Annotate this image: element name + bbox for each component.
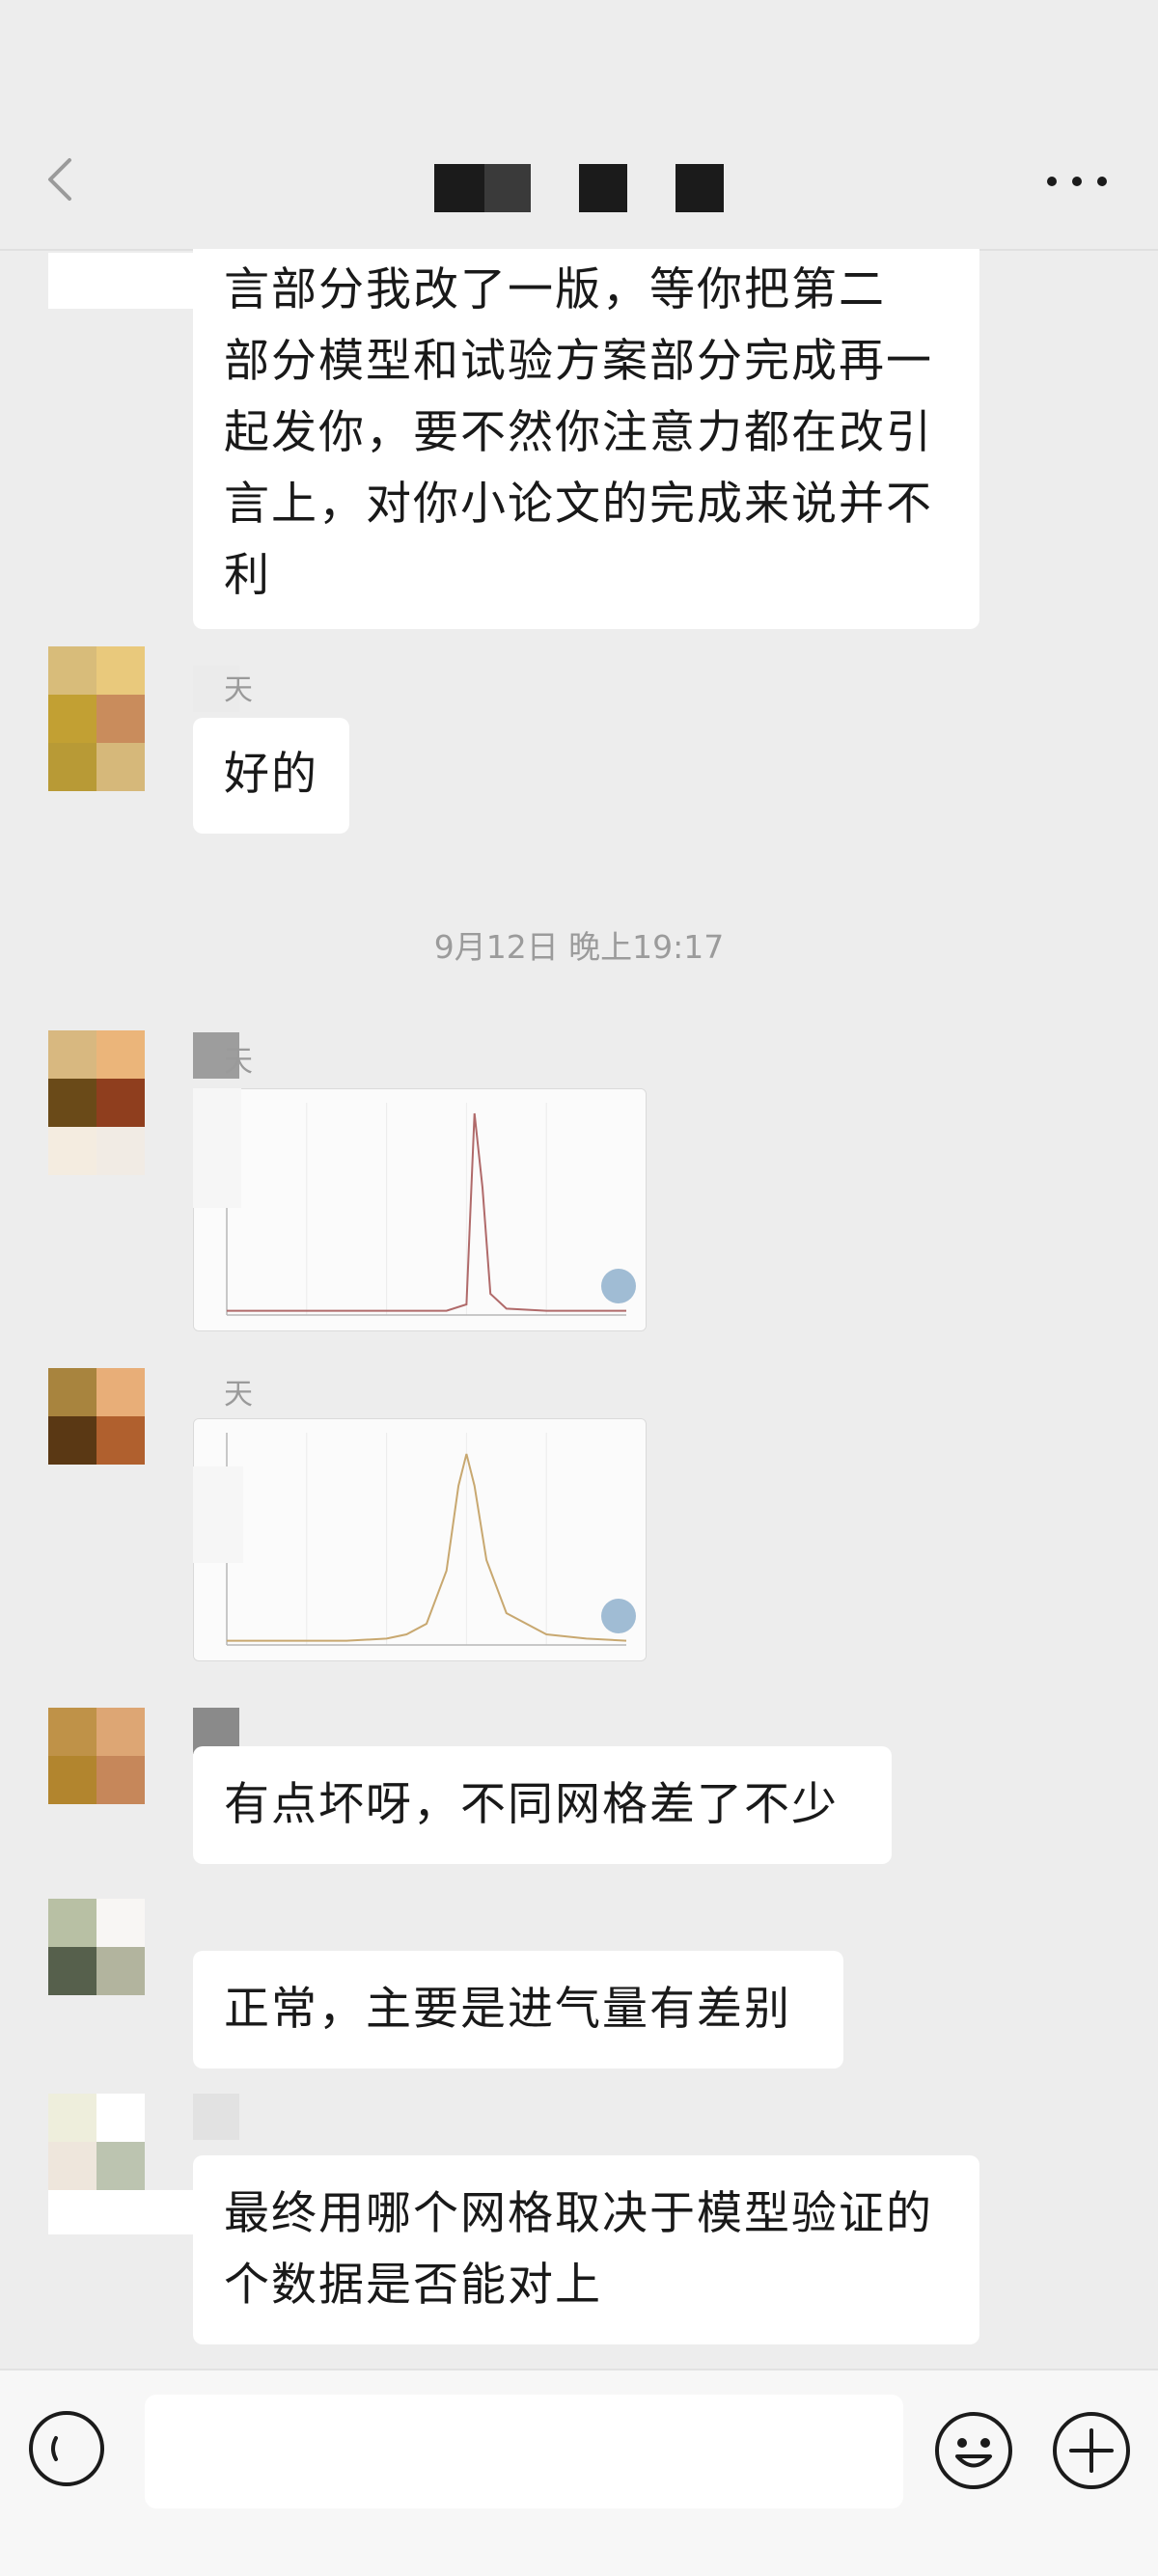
sender-name: 天 xyxy=(224,673,253,707)
watermark-logo xyxy=(601,1599,636,1633)
chat-header xyxy=(0,0,1158,251)
redaction-block xyxy=(484,164,531,212)
message-input[interactable] xyxy=(145,2395,903,2508)
avatar[interactable] xyxy=(48,1368,145,1465)
timestamp: 9月12日 晚上19:17 xyxy=(433,928,725,966)
chart-image-1[interactable] xyxy=(193,1088,647,1331)
chat-screen: 言部分我改了一版，等你把第二 部分模型和试验方案部分完成再一 起发你，要不然你注… xyxy=(0,0,1158,2576)
avatar[interactable] xyxy=(48,1899,145,1995)
chat-title-redacted xyxy=(434,164,743,212)
avatar[interactable] xyxy=(48,1030,145,1127)
chevron-left-icon[interactable] xyxy=(41,152,79,206)
avatar-lower xyxy=(48,743,145,791)
avatar-lower xyxy=(48,1127,145,1175)
blur-mask xyxy=(48,253,193,309)
chart-svg xyxy=(194,1089,646,1330)
message-bubble-2[interactable]: 好的 xyxy=(193,718,349,834)
emoji-icon[interactable] xyxy=(932,2409,1015,2492)
watermark-logo xyxy=(601,1269,636,1303)
input-bar xyxy=(0,2369,1158,2576)
avatar[interactable] xyxy=(48,2094,145,2190)
message-bubble-7[interactable]: 最终用哪个网格取决于模型验证的 个数据是否能对上 xyxy=(193,2155,979,2344)
redaction-block xyxy=(434,164,484,212)
chart-svg xyxy=(194,1419,646,1660)
blur-mask xyxy=(193,2094,239,2140)
sender-name: 天 xyxy=(224,1045,253,1079)
blur-mask xyxy=(193,1088,241,1208)
chart-image-2[interactable] xyxy=(193,1418,647,1661)
avatar[interactable] xyxy=(48,1708,145,1804)
blur-mask xyxy=(48,2190,193,2234)
more-dots-icon[interactable] xyxy=(1042,164,1112,199)
avatar[interactable] xyxy=(48,646,145,743)
redaction-block xyxy=(676,164,724,212)
blur-mask xyxy=(193,1466,243,1563)
message-bubble-1[interactable]: 言部分我改了一版，等你把第二 部分模型和试验方案部分完成再一 起发你，要不然你注… xyxy=(193,249,979,629)
plus-icon[interactable] xyxy=(1050,2409,1133,2492)
message-bubble-6[interactable]: 正常，主要是进气量有差别 xyxy=(193,1951,843,2069)
chart-background xyxy=(194,1089,646,1330)
message-bubble-5[interactable]: 有点坏呀，不同网格差了不少 xyxy=(193,1746,892,1864)
voice-icon[interactable] xyxy=(27,2409,106,2488)
sender-name: 天 xyxy=(224,1378,253,1411)
chart-background xyxy=(194,1419,646,1660)
redaction-block xyxy=(579,164,627,212)
